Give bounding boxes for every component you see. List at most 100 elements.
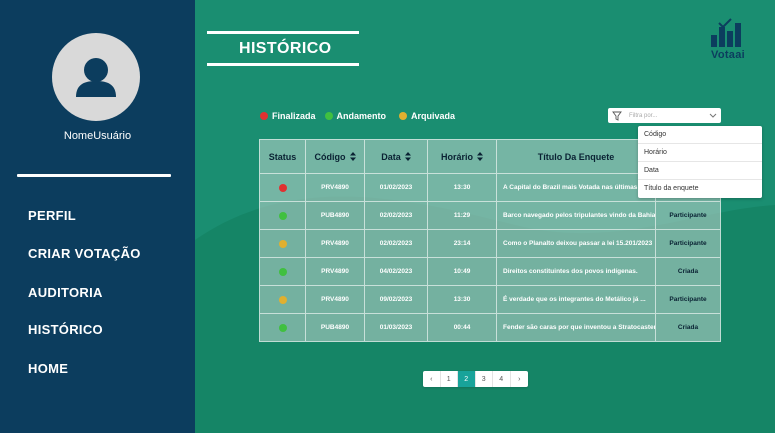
column-header-titulo: Título Da Enquete [497,140,656,173]
filter-option-titulo[interactable]: Título da enquete [638,180,762,198]
status-cell [260,286,306,313]
title-cell: Fender são caras por que inventou a Stra… [497,314,656,341]
sidebar-divider [17,174,171,177]
pagination-page-3[interactable]: 3 [476,371,493,387]
title-cell: Como o Planalto deixou passar a lei 15.2… [497,230,656,257]
table-row[interactable]: PRV4890 02/02/2023 23:14 Como o Planalto… [260,230,720,258]
legend-andamento: Andamento [324,111,387,121]
status-dot [278,295,287,304]
nav-item-historico[interactable]: HISTÓRICO [28,322,103,337]
status-cell [260,174,306,201]
column-header-codigo[interactable]: Código [306,140,365,173]
code-cell: PUB4890 [306,202,365,229]
filter-option-horario[interactable]: Horário [638,144,762,162]
column-header-label: Horário [440,151,473,162]
status-dot [278,183,287,192]
title-cell: A Capital do Brazil mais Votada nas últi… [497,174,656,201]
legend-label: Arquivada [411,111,456,121]
time-cell: 10:49 [428,258,497,285]
date-cell: 02/02/2023 [365,230,428,257]
status-dot [278,267,287,276]
time-cell: 00:44 [428,314,497,341]
legend-dot [260,112,268,120]
table-row[interactable]: PRV4890 09/02/2023 13:30 É verdade que o… [260,286,720,314]
nav-item-criar-votacao[interactable]: CRIAR VOTAÇÃO [28,246,141,261]
legend-arquivada: Arquivada [395,111,455,121]
legend-label: Finalizada [272,111,316,121]
nav-item-perfil[interactable]: PERFIL [28,208,76,223]
role-cell: Participante [669,296,707,303]
user-icon [76,58,116,97]
pagination-prev-button[interactable]: ‹ [423,371,441,387]
date-cell: 09/02/2023 [365,286,428,313]
code-cell: PRV4890 [306,286,365,313]
nav-item-home[interactable]: HOME [28,361,68,376]
time-cell: 23:14 [428,230,497,257]
main-content: HISTÓRICO Votaai Finalizada Andamento Ar… [195,0,775,433]
status-cell [260,202,306,229]
title-cell: Barco navegado pelos tripulantes vindo d… [497,202,656,229]
sidebar: NomeUsuário PERFIL CRIAR VOTAÇÃO AUDITOR… [0,0,195,433]
logo-text: Votaai [711,49,745,61]
status-cell [260,230,306,257]
code-cell: PRV4890 [306,258,365,285]
column-header-status: Status [260,140,306,173]
column-header-horario[interactable]: Horário [428,140,497,173]
role-cell: Criada [677,268,699,275]
sort-icon[interactable] [349,152,356,161]
table-row[interactable]: PRV4890 04/02/2023 10:49 Direitos consti… [260,258,720,286]
code-cell: PRV4890 [306,230,365,257]
legend-dot [399,112,408,120]
filter-placeholder: Filtra por... [629,112,658,119]
title-line-top [207,31,359,34]
status-dot [278,323,287,332]
pagination-page-1[interactable]: 1 [441,371,458,387]
pagination: ‹ 1 2 3 4 › [423,371,528,387]
table-row[interactable]: PUB4890 02/02/2023 11:29 Barco navegado … [260,202,720,230]
status-cell [260,314,306,341]
role-cell: Participante [669,212,707,219]
status-dot [278,239,287,248]
code-cell: PRV4890 [306,174,365,201]
time-cell: 11:29 [428,202,497,229]
page-title: HISTÓRICO [239,40,332,57]
column-header-label: Status [268,151,297,162]
nav-item-auditoria[interactable]: AUDITORIA [28,285,103,300]
username: NomeUsuário [63,130,132,142]
time-cell: 13:30 [428,286,497,313]
title-cell: Direitos constituintes dos povos indígen… [497,258,656,285]
filter-icon [612,111,622,121]
column-header-label: Data [381,151,401,162]
role-cell: Criada [677,324,699,331]
filter-option-data[interactable]: Data [638,162,762,180]
column-header-label: Código [314,151,346,162]
status-dot [278,211,287,220]
filter-select[interactable]: Filtra por... [608,108,721,123]
legend-label: Andamento [336,111,387,121]
filter-option-codigo[interactable]: Código [638,126,762,144]
code-cell: PUB4890 [306,314,365,341]
date-cell: 02/02/2023 [365,202,428,229]
date-cell: 04/02/2023 [365,258,428,285]
time-cell: 13:30 [428,174,497,201]
avatar[interactable] [52,33,140,121]
chevron-down-icon [709,113,717,118]
column-header-label: Título Da Enquete [537,151,615,162]
legend-finalizada: Finalizada [260,111,316,121]
pagination-page-4[interactable]: 4 [493,371,511,387]
filter-dropdown: Código Horário Data Título da enquete [638,126,762,198]
column-header-data[interactable]: Data [365,140,428,173]
legend-dot [324,112,333,120]
status-cell [260,258,306,285]
pagination-page-2[interactable]: 2 [458,371,476,387]
title-cell: É verdade que os integrantes do Metálico… [497,286,656,313]
role-cell: Participante [669,240,707,247]
date-cell: 01/02/2023 [365,174,428,201]
status-legend: Finalizada Andamento Arquivada [260,110,464,122]
title-line-bottom [207,63,359,66]
sort-icon[interactable] [477,152,483,161]
sort-icon[interactable] [404,152,411,161]
date-cell: 01/03/2023 [365,314,428,341]
table-row[interactable]: PUB4890 01/03/2023 00:44 Fender são cara… [260,314,720,341]
pagination-next-button[interactable]: › [511,371,529,387]
